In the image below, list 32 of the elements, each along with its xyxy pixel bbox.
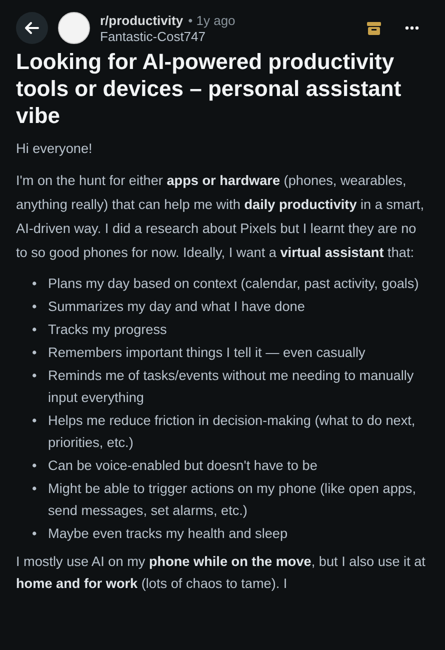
bullet-marker: •	[32, 525, 38, 543]
back-arrow-icon	[24, 20, 40, 36]
bullet-item: Plans my day based on context (calendar, past activity, goals)	[48, 275, 419, 293]
bullet-marker: •	[32, 298, 38, 316]
bullet-marker: •	[32, 367, 38, 385]
bullet-marker: •	[32, 480, 38, 498]
body-paragraph: I mostly use AI on my phone while on the move, but I also use it at home and for work (lots of chaos to tame). I	[16, 553, 426, 593]
bullet-marker: •	[32, 321, 38, 339]
author-name: Fantastic-Cost747	[100, 28, 206, 44]
post-time: • 1y ago	[188, 12, 236, 28]
bullet-item: Remembers important things I tell it — even casually	[48, 344, 366, 362]
bullet-marker: •	[32, 457, 38, 475]
bullet-item: Summarizes my day and what I have done	[48, 298, 305, 316]
bullet-item: Reminds me of tasks/events without me needing to manually input everything	[48, 367, 415, 407]
bullet-marker: •	[32, 275, 38, 293]
bullet-marker: •	[32, 412, 38, 430]
archive-button[interactable]	[367, 22, 381, 34]
bullet-item: Tracks my progress	[48, 321, 167, 339]
post-title: Looking for AI-powered productivity tools or devices – personal assistant vibe	[16, 48, 402, 129]
body-paragraph: Hi everyone!	[16, 140, 94, 158]
bullet-item: Helps me reduce friction in decision-making (what to do next, priorities, etc.)	[48, 412, 416, 452]
body-paragraph: I'm on the hunt for either apps or hardware (phones, wearables, anything really) that can help me with daily productivity in a smart, AI-driven way. I did a research about Pixels but I learnt they are no to so good phones for now. Ideally, I want a virtual assistant that:	[16, 172, 425, 262]
more-icon	[405, 26, 419, 30]
community-link[interactable]: r/productivity	[100, 12, 184, 28]
bullet-marker: •	[32, 344, 38, 362]
bullet-item: Might be able to trigger actions on my phone (like open apps, send messages, set alarms, etc.)	[48, 480, 418, 520]
back-button[interactable]	[16, 12, 48, 44]
bullet-item: Maybe even tracks my health and sleep	[48, 525, 288, 543]
archive-icon	[367, 22, 381, 34]
bullet-item: Can be voice-enabled but doesn't have to be	[48, 457, 318, 475]
more-options-button[interactable]	[405, 26, 419, 30]
avatar	[58, 12, 90, 44]
